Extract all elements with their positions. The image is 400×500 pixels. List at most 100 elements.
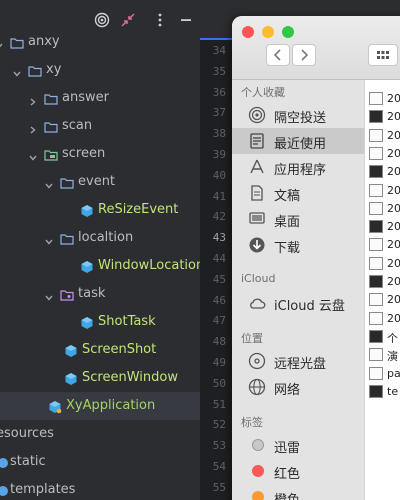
tree-item-label: task	[78, 286, 106, 301]
minimize-icon[interactable]	[178, 12, 194, 28]
sidebar-item[interactable]: 隔空投送	[232, 102, 364, 128]
tree-item-static[interactable]: static	[0, 448, 200, 476]
sidebar-item[interactable]: 橙色	[232, 484, 364, 500]
tree-item-localtion[interactable]: localtion	[0, 224, 200, 252]
line-number: 35	[212, 64, 226, 78]
close-button[interactable]	[242, 26, 254, 38]
tree-item-templates[interactable]: templates	[0, 476, 200, 500]
tree-item-esources[interactable]: esources	[0, 420, 200, 448]
file-row[interactable]: 个	[365, 328, 400, 346]
file-icon	[369, 366, 383, 380]
tree-item-screenwindow[interactable]: ScreenWindow	[0, 364, 200, 392]
file-row[interactable]: 20	[365, 236, 400, 254]
java-class-icon	[64, 371, 78, 385]
file-row[interactable]: 20	[365, 182, 400, 200]
tree-item-screenshot[interactable]: ScreenShot	[0, 336, 200, 364]
file-icon	[369, 110, 383, 124]
file-icon	[369, 146, 383, 160]
sidebar-item[interactable]: 桌面	[232, 206, 364, 232]
sidebar-item[interactable]: 最近使用	[232, 128, 364, 154]
sidebar-item-label: 文稿	[274, 189, 301, 204]
java-class-icon	[48, 399, 62, 414]
finder-titlebar	[232, 16, 400, 80]
sidebar-item[interactable]: 应用程序	[232, 154, 364, 180]
file-row[interactable]: 20	[365, 163, 400, 181]
file-name: 20	[387, 293, 400, 307]
back-button[interactable]	[266, 44, 290, 66]
disc-icon	[248, 352, 266, 370]
chevron-down-icon[interactable]	[28, 148, 38, 161]
tree-item-label: ScreenWindow	[82, 370, 178, 385]
file-icon	[369, 384, 383, 398]
tree-item-anxy[interactable]: anxy	[0, 28, 200, 56]
file-row[interactable]: 20	[365, 90, 400, 108]
tree-item-screen[interactable]: screen	[0, 140, 200, 168]
tree-item-xyapplication[interactable]: XyApplication	[0, 392, 200, 420]
tree-item-windowlocation[interactable]: WindowLocation	[0, 252, 204, 280]
collapse-icon[interactable]	[120, 12, 136, 28]
sidebar-item[interactable]: iCloud 云盘	[232, 290, 364, 316]
icon-view-button[interactable]	[368, 44, 398, 66]
tree-item-event[interactable]: event	[0, 168, 200, 196]
java-class-icon	[64, 343, 78, 357]
tree-item-task[interactable]: task	[0, 280, 200, 308]
chevron-down-icon[interactable]	[44, 232, 54, 245]
tree-item-label: xy	[46, 62, 62, 77]
chevron-down-icon[interactable]	[0, 36, 4, 48]
sidebar-section-title: 标签	[241, 416, 263, 429]
file-row[interactable]: 20	[365, 255, 400, 273]
zoom-button[interactable]	[282, 26, 294, 38]
file-row[interactable]: 20	[365, 218, 400, 236]
sidebar-item[interactable]: 红色	[232, 458, 364, 484]
file-row[interactable]: 20	[365, 291, 400, 309]
file-row[interactable]: 20	[365, 200, 400, 218]
tag-icon	[252, 465, 264, 477]
sidebar-item-label: 下载	[274, 241, 301, 256]
file-name: 20	[387, 275, 400, 288]
sidebar-item[interactable]: 文稿	[232, 180, 364, 206]
file-row[interactable]: 20	[365, 310, 400, 328]
minimize-button[interactable]	[262, 26, 274, 38]
line-number: 42	[212, 210, 226, 224]
file-icon	[369, 329, 383, 343]
tree-item-answer[interactable]: answer	[0, 84, 200, 112]
chevron-right-icon[interactable]	[28, 92, 38, 106]
folder-icon	[60, 175, 74, 189]
tree-item-xy[interactable]: xy	[0, 56, 200, 84]
file-row[interactable]: pa	[365, 365, 400, 383]
chevron-down-icon[interactable]	[12, 64, 22, 77]
target-icon[interactable]	[94, 12, 110, 28]
tree-item-scan[interactable]: scan	[0, 112, 200, 140]
line-number: 46	[212, 293, 226, 307]
file-row[interactable]: 20	[365, 145, 400, 163]
chevron-down-icon[interactable]	[44, 176, 54, 189]
sidebar-item[interactable]: 远程光盘	[232, 348, 364, 374]
file-row[interactable]: te	[365, 383, 400, 401]
line-number: 40	[212, 168, 226, 182]
tree-item-label: anxy	[28, 34, 60, 49]
file-row[interactable]: 20	[365, 127, 400, 145]
file-row[interactable]: 20	[365, 108, 400, 126]
file-name: 20	[387, 128, 400, 142]
more-icon[interactable]	[152, 12, 168, 28]
tree-item-label: localtion	[78, 230, 134, 245]
file-row[interactable]: 演	[365, 346, 400, 364]
line-number: 54	[212, 460, 226, 473]
java-class-icon	[80, 315, 94, 329]
sidebar-item[interactable]: 网络	[232, 374, 364, 400]
forward-button[interactable]	[292, 44, 316, 66]
tree-item-label: static	[10, 454, 46, 469]
sidebar-item[interactable]: 下载	[232, 232, 364, 258]
file-row[interactable]: 20	[365, 273, 400, 291]
chevron-right-icon[interactable]	[28, 120, 38, 134]
file-icon	[369, 165, 383, 179]
tree-item-resizeevent[interactable]: ReSizeEvent	[0, 196, 200, 224]
chevron-down-icon[interactable]	[44, 288, 54, 301]
tag-icon	[252, 491, 264, 500]
file-icon	[369, 275, 383, 288]
file-name: 20	[387, 146, 400, 160]
line-number: 43	[212, 231, 226, 245]
tree-item-shottask[interactable]: ShotTask	[0, 308, 200, 336]
sidebar-item[interactable]: 迅雷	[232, 432, 364, 458]
documents-icon	[248, 184, 266, 202]
